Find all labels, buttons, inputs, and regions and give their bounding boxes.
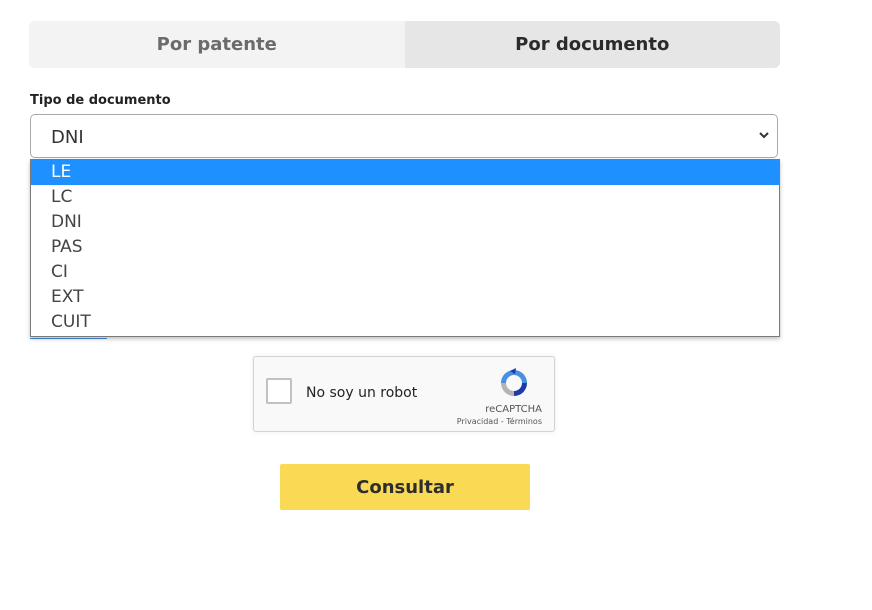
doc-type-label: Tipo de documento: [30, 93, 171, 108]
recaptcha-logo-icon: [501, 368, 527, 396]
doc-type-dropdown-list: LE LC DNI PAS CI EXT CUIT: [30, 159, 780, 337]
dropdown-option-lc[interactable]: LC: [31, 185, 779, 210]
dropdown-option-ext[interactable]: EXT: [31, 285, 779, 310]
recaptcha-links[interactable]: Privacidad - Términos: [457, 417, 542, 426]
tab-por-patente[interactable]: Por patente: [29, 21, 405, 68]
recaptcha-brand: reCAPTCHA: [485, 404, 542, 415]
recaptcha-checkbox[interactable]: [266, 378, 292, 404]
doc-type-selected-value: DNI: [51, 127, 84, 148]
search-mode-tabs: Por patente Por documento: [29, 21, 780, 68]
dropdown-option-cuit[interactable]: CUIT: [31, 310, 779, 335]
dropdown-option-pas[interactable]: PAS: [31, 235, 779, 260]
consultar-button[interactable]: Consultar: [280, 464, 530, 510]
chevron-down-icon: [759, 132, 769, 139]
dropdown-option-le[interactable]: LE: [31, 160, 779, 185]
recaptcha-widget: No soy un robot reCAPTCHA Privacidad - T…: [253, 356, 555, 432]
tab-por-documento[interactable]: Por documento: [404, 21, 780, 68]
dropdown-option-ci[interactable]: CI: [31, 260, 779, 285]
dropdown-option-dni[interactable]: DNI: [31, 210, 779, 235]
doc-type-select[interactable]: DNI: [30, 114, 778, 158]
recaptcha-label: No soy un robot: [306, 385, 418, 401]
